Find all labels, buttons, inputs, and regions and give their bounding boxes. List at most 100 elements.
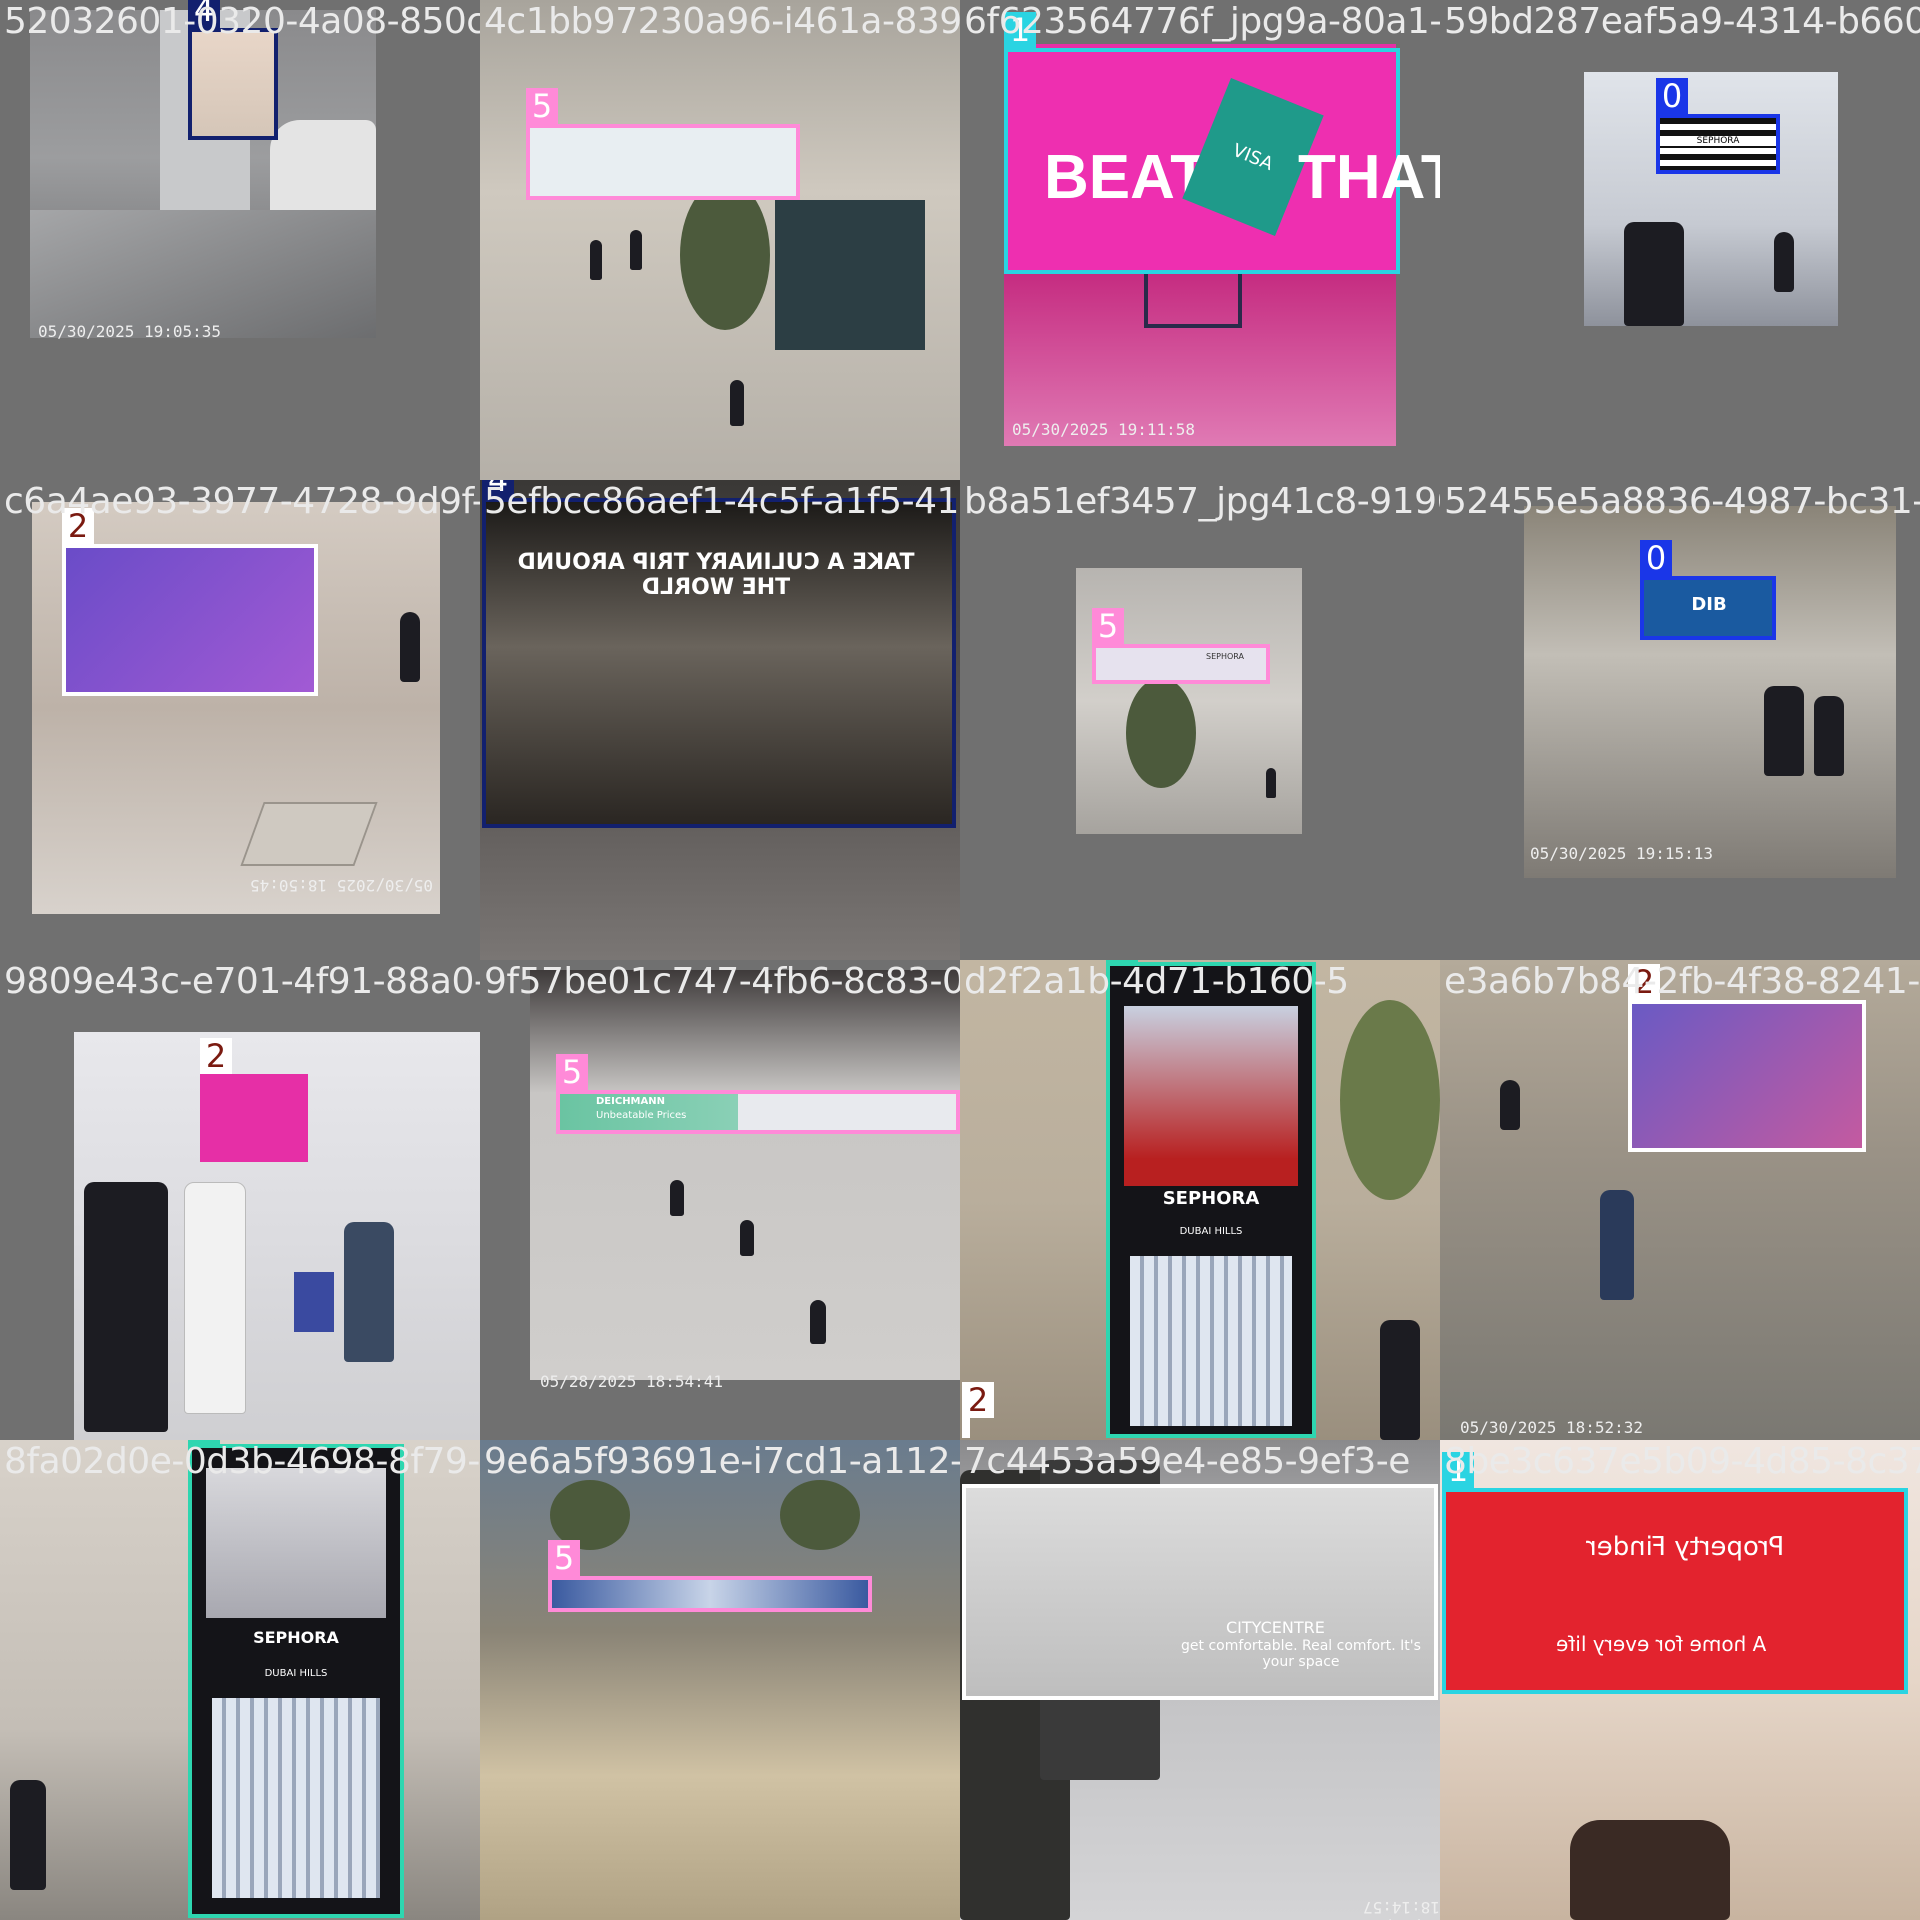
floor-hatch — [240, 802, 378, 866]
mosaic-tile: 2 9809e43c-e701-4f91-88a0-e — [0, 960, 480, 1440]
tree — [680, 180, 770, 330]
tile-filename: 7c4453a59e4-e85-9ef3-e — [964, 1441, 1410, 1482]
sign-text: SEPHORA — [253, 1628, 339, 1647]
person — [1624, 222, 1684, 326]
storefront — [775, 200, 925, 350]
tile-photo — [480, 1440, 960, 1920]
mosaic-grid: 05/30/2025 19:05:35 4 52032601-0320-4a08… — [0, 0, 1920, 1920]
floor — [30, 210, 376, 338]
bbox-label: 2 — [962, 1382, 994, 1418]
bbox-class-3: 3 SEPHORA DUBAI HILLS — [1106, 960, 1316, 1438]
sign-text: DIB — [1691, 594, 1727, 615]
bbox-class-2: 2 — [1628, 964, 1866, 1152]
timestamp: 05/28/2025 18:14:57 — [1344, 1898, 1440, 1920]
tree — [1340, 1000, 1440, 1200]
mosaic-tile: 3 SEPHORA DUBAI HILLS 8fa02d0e-0d3b-4698… — [0, 1440, 480, 1920]
tile-filename: 6f623564776f_jpg9a-80a1-9 — [964, 1, 1440, 42]
tile-filename: e3a6b7b84-2fb-4f38-8241-1c — [1444, 961, 1920, 1002]
timestamp: 05/30/2025 18:50:45 — [250, 876, 434, 895]
person — [1600, 1190, 1634, 1300]
person — [590, 240, 602, 280]
mosaic-tile: 3 SEPHORA DUBAI HILLS 2 d2f2a1b-4d71-b16… — [960, 960, 1440, 1440]
person — [730, 380, 744, 426]
mosaic-tile: 05/30/2025 19:11:58 1 BEAT VISA THAT 6f6… — [960, 0, 1440, 480]
mosaic-tile: 4 TAKE A CULINARY TRIP AROUND THE WORLD … — [480, 480, 960, 960]
person — [810, 1300, 826, 1344]
sign-subtext: A home for every life — [1556, 1632, 1767, 1656]
sign-text: TAKE A CULINARY TRIP AROUND THE WORLD — [517, 550, 915, 600]
sign-subtext: Unbeatable Prices — [596, 1110, 687, 1121]
tile-filename: d2f2a1b-4d71-b160-5 — [964, 961, 1349, 1002]
person — [1774, 232, 1794, 292]
tile-filename: 9809e43c-e701-4f91-88a0-e — [4, 961, 480, 1002]
map-image — [1130, 1256, 1292, 1426]
bbox-label: 5 — [556, 1054, 588, 1090]
person — [1764, 686, 1804, 776]
tile-photo — [530, 970, 960, 1380]
person — [10, 1780, 46, 1890]
mosaic-tile: 5 SEPHORA b8a51ef3457_jpg41c8-9196-4 — [960, 480, 1440, 960]
tile-filename: 5efbcc86aef1-4c5f-a1f5-41 — [484, 481, 959, 522]
tile-photo — [1584, 72, 1838, 326]
bbox-class-5: 5 DEICHMANN Unbeatable Prices — [556, 1054, 960, 1134]
mosaic-tile: 05/30/2025 18:52:32 2 e3a6b7b84-2fb-4f38… — [1440, 960, 1920, 1440]
bbox-label: 0 — [1640, 540, 1672, 576]
tile-filename: 9f57be01c747-4fb6-8c83-0 — [484, 961, 960, 1002]
sign-text: SEPHORA — [1660, 136, 1776, 146]
mosaic-tile: 5 9e6a5f93691e-i7cd1-a112-0 — [480, 1440, 960, 1920]
mosaic-tile: 05/30/2025 18:50:45 2 c6a4ae93-3977-4728… — [0, 480, 480, 960]
timestamp: 05/30/2025 19:05:35 — [38, 322, 222, 341]
person — [740, 1220, 754, 1256]
bbox-class-5: 5 SEPHORA — [1092, 608, 1270, 684]
bbox-class-3: 3 SEPHORA DUBAI HILLS — [188, 1440, 404, 1918]
bbox-class-1: 1 BEAT VISA THAT — [1004, 12, 1440, 274]
sign-text: Property Finder — [1586, 1532, 1785, 1562]
car — [270, 120, 376, 220]
bbox-class-1: 1 Property Finder A home for every life — [1442, 1452, 1908, 1694]
bbox-class-5: 5 — [526, 88, 800, 200]
bbox-class-4: 4 — [188, 0, 278, 140]
bbox-label: 5 — [548, 1540, 580, 1576]
tile-photo — [1524, 506, 1896, 878]
timestamp: 05/30/2025 19:11:58 — [1012, 420, 1196, 439]
bbox-label: 5 — [526, 88, 558, 124]
timestamp: 05/30/2025 18:52:32 — [1460, 1418, 1644, 1437]
mosaic-tile: 05/30/2025 19:05:35 4 52032601-0320-4a08… — [0, 0, 480, 480]
bbox-class-0: 0 SEPHORA — [1656, 78, 1780, 174]
timestamp: 05/30/2025 19:15:13 — [1530, 844, 1714, 863]
person — [1266, 768, 1276, 798]
sign-text: CITYCENTRE — [1226, 1618, 1325, 1637]
bbox-label: 0 — [1656, 78, 1688, 114]
sign-text: THAT — [1298, 143, 1440, 212]
bbox-label: 2 — [200, 1038, 232, 1074]
person — [84, 1182, 168, 1432]
bbox-class-2: 2 — [200, 1038, 308, 1162]
map-title: DUBAI HILLS — [1179, 1226, 1243, 1237]
person — [1814, 696, 1844, 776]
sign-text: SEPHORA — [1206, 652, 1244, 661]
person — [344, 1222, 394, 1362]
tree — [1126, 678, 1196, 788]
tile-filename: c6a4ae93-3977-4728-9d9f-1 — [4, 481, 480, 522]
tree — [780, 1480, 860, 1550]
bbox-class-2: 2 — [62, 508, 318, 696]
bbox-class-0: 0 DIB — [1640, 540, 1776, 640]
bbox-label: 5 — [1092, 608, 1124, 644]
map-image — [212, 1698, 380, 1898]
tile-filename: 52455e5a8836-4987-bc31-0 — [1444, 481, 1920, 522]
mosaic-tile: 5 4c1bb97230a96-i461a-8392-1 — [480, 0, 960, 480]
tile-filename: 8be3c637e5b09-4d85-8c37- — [1444, 1441, 1920, 1482]
person — [400, 612, 420, 682]
mosaic-tile: 0 SEPHORA 59bd287eaf5a9-4314-b660-2 — [1440, 0, 1920, 480]
bbox-class-2: CITYCENTRE get comfortable. Real comfort… — [962, 1484, 1438, 1700]
bbox-class-5: 5 — [548, 1540, 872, 1612]
person — [670, 1180, 684, 1216]
sign-text: BEAT — [1044, 143, 1209, 212]
timestamp: 05/28/2025 18:54:41 — [540, 1372, 724, 1391]
shopping-cart — [294, 1272, 334, 1332]
tile-photo — [480, 0, 960, 480]
tile-filename: 59bd287eaf5a9-4314-b660-2 — [1444, 1, 1920, 42]
tile-filename: 4c1bb97230a96-i461a-8392-1 — [484, 1, 960, 42]
tile-filename: 52032601-0320-4a08-850c- — [4, 1, 480, 42]
mosaic-tile: 05/28/2025 18:14:57 CITYCENTRE get comfo… — [960, 1440, 1440, 1920]
